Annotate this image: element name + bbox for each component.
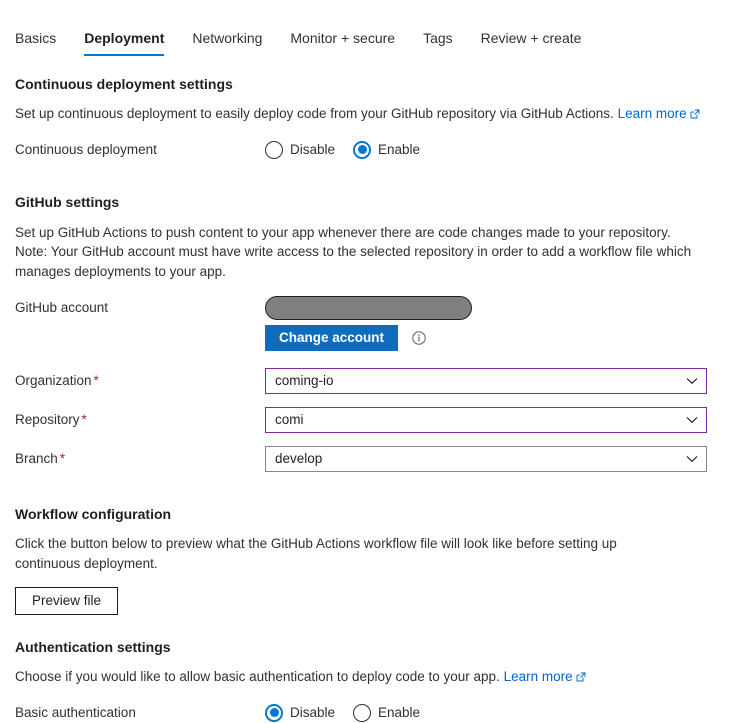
repository-dropdown[interactable]: comi — [265, 407, 707, 433]
required-asterisk: * — [59, 451, 66, 466]
basic-authentication-radio-enable[interactable]: Enable — [353, 703, 421, 722]
tab-label: Review + create — [480, 30, 582, 46]
deployment-form: Continuous deployment settings Set up co… — [0, 76, 756, 722]
tab-deployment[interactable]: Deployment — [84, 29, 165, 56]
branch-label: Branch * — [15, 450, 265, 468]
chevron-down-icon — [686, 416, 698, 424]
repository-label: Repository * — [15, 411, 265, 429]
organization-dropdown[interactable]: coming-io — [265, 368, 707, 394]
branch-label-text: Branch — [15, 451, 58, 466]
link-label: Learn more — [617, 106, 687, 121]
tab-label: Networking — [192, 30, 263, 46]
workflow-configuration-section-title: Workflow configuration — [15, 506, 172, 522]
workflow-configuration-description: Click the button below to preview what t… — [15, 536, 617, 571]
organization-label-text: Organization — [15, 373, 92, 388]
tab-networking[interactable]: Networking — [192, 29, 262, 56]
link-label: Learn more — [503, 669, 573, 684]
continuous-deployment-learn-more-link[interactable]: Learn more — [618, 106, 700, 121]
basic-authentication-radio-group: Disable Enable — [265, 703, 438, 722]
external-link-icon — [690, 105, 700, 125]
github-account-label: GitHub account — [15, 300, 109, 315]
radio-label: Enable — [378, 704, 421, 720]
radio-label: Disable — [290, 704, 336, 720]
continuous-deployment-radio-group: Disable Enable — [265, 140, 438, 159]
change-account-row: Change account — [15, 325, 741, 351]
radio-mark-icon — [353, 140, 372, 159]
authentication-settings-description: Choose if you would like to allow basic … — [15, 667, 705, 688]
info-circle-icon[interactable] — [412, 331, 426, 345]
basic-authentication-label: Basic authentication — [15, 704, 136, 720]
tab-tags[interactable]: Tags — [423, 29, 453, 56]
continuous-deployment-radio-enable[interactable]: Enable — [353, 140, 421, 159]
tab-label: Deployment — [84, 30, 165, 46]
organization-field-row: Organization * coming-io — [15, 368, 741, 394]
change-account-button[interactable]: Change account — [265, 325, 399, 351]
radio-mark-icon — [265, 140, 283, 159]
continuous-deployment-field-row: Continuous deployment Disable Enable — [15, 140, 741, 159]
tab-label: Monitor + secure — [290, 30, 396, 46]
repository-label-text: Repository — [15, 412, 80, 427]
tab-label: Basics — [15, 30, 57, 46]
branch-field-row: Branch * develop — [15, 446, 741, 472]
radio-mark-icon — [265, 703, 283, 722]
radio-mark-icon — [353, 703, 372, 722]
continuous-deployment-radio-disable[interactable]: Disable — [265, 140, 336, 159]
tab-review-create[interactable]: Review + create — [481, 29, 582, 56]
repository-field-row: Repository * comi — [15, 407, 741, 433]
continuous-deployment-description: Set up continuous deployment to easily d… — [15, 104, 705, 125]
wizard-tab-bar: Basics Deployment Networking Monitor + s… — [0, 18, 756, 56]
branch-value: develop — [275, 451, 323, 466]
tab-label: Tags — [423, 30, 453, 46]
continuous-deployment-description-text: Set up continuous deployment to easily d… — [15, 106, 614, 121]
github-settings-description: Set up GitHub Actions to push content to… — [15, 224, 692, 279]
required-asterisk: * — [81, 412, 87, 427]
branch-dropdown[interactable]: develop — [265, 446, 707, 472]
continuous-deployment-label: Continuous deployment — [15, 141, 157, 157]
radio-label: Disable — [290, 141, 336, 157]
organization-label: Organization * — [15, 372, 265, 390]
basic-authentication-field-row: Basic authentication Disable Enable — [15, 703, 741, 722]
preview-file-button[interactable]: Preview file — [15, 587, 119, 615]
continuous-deployment-section-title: Continuous deployment settings — [15, 76, 233, 92]
required-asterisk: * — [93, 373, 99, 388]
organization-value: coming-io — [275, 373, 334, 388]
repository-value: comi — [275, 412, 304, 427]
authentication-learn-more-link[interactable]: Learn more — [504, 669, 586, 684]
github-settings-section-title: GitHub settings — [15, 193, 120, 210]
tab-monitor-secure[interactable]: Monitor + secure — [290, 29, 395, 56]
radio-label: Enable — [378, 141, 421, 157]
github-account-field-row: GitHub account — [15, 296, 741, 320]
basic-authentication-radio-disable[interactable]: Disable — [265, 703, 336, 722]
chevron-down-icon — [686, 377, 698, 385]
github-account-value-redacted[interactable] — [265, 296, 472, 320]
external-link-icon — [576, 668, 586, 688]
tab-basics[interactable]: Basics — [15, 29, 56, 56]
authentication-settings-description-text: Choose if you would like to allow basic … — [15, 669, 500, 684]
chevron-down-icon — [686, 455, 698, 463]
authentication-settings-section-title: Authentication settings — [15, 639, 171, 655]
